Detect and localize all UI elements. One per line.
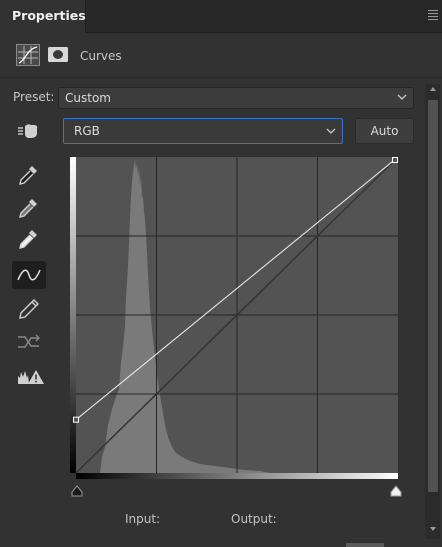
properties-tab[interactable]: Properties <box>0 0 86 33</box>
adjustment-type-label: Curves <box>80 49 122 63</box>
panel-header: Properties <box>0 0 442 33</box>
chevron-down-icon <box>326 128 336 134</box>
input-gradient-bar <box>76 473 398 479</box>
output-gradient-bar <box>70 157 76 473</box>
auto-button[interactable]: Auto <box>355 118 414 144</box>
clipping-warning-icon[interactable] <box>12 363 46 391</box>
white-point-eyedropper-icon[interactable] <box>12 224 46 252</box>
curves-adjustment-icon[interactable] <box>16 44 40 66</box>
pencil-draw-icon[interactable] <box>12 294 46 322</box>
preset-label: Preset: <box>13 90 55 104</box>
scrollbar-thumb[interactable] <box>428 100 438 492</box>
scroll-up-arrow-icon[interactable] <box>429 85 437 93</box>
input-label: Input: <box>125 512 161 526</box>
adjustment-type-row: Curves <box>0 34 442 78</box>
white-point-slider[interactable] <box>390 485 402 497</box>
curve-control-point-white[interactable] <box>392 157 398 163</box>
properties-tab-label: Properties <box>12 8 86 23</box>
auto-button-label: Auto <box>370 124 399 138</box>
curves-graph[interactable] <box>70 157 398 479</box>
preset-dropdown[interactable]: Custom <box>58 87 414 109</box>
hamburger-menu-icon[interactable] <box>428 10 438 22</box>
curve-control-point-black[interactable] <box>73 416 79 423</box>
output-label: Output: <box>231 512 277 526</box>
chevron-down-icon <box>397 94 407 100</box>
panel-resize-grip[interactable] <box>346 543 384 547</box>
channel-value: RGB <box>74 124 100 138</box>
preset-value: Custom <box>65 91 111 105</box>
scroll-down-arrow-icon[interactable] <box>429 525 437 533</box>
curve-point-edit-icon[interactable] <box>12 261 46 289</box>
black-point-eyedropper-icon[interactable] <box>12 160 46 188</box>
layer-mask-icon[interactable] <box>46 44 70 66</box>
channel-dropdown[interactable]: RGB <box>63 118 343 144</box>
target-adjust-hand-icon[interactable] <box>12 117 46 145</box>
smooth-curve-icon[interactable] <box>12 328 46 356</box>
gray-point-eyedropper-icon[interactable] <box>12 193 46 221</box>
black-point-slider[interactable] <box>71 485 83 497</box>
